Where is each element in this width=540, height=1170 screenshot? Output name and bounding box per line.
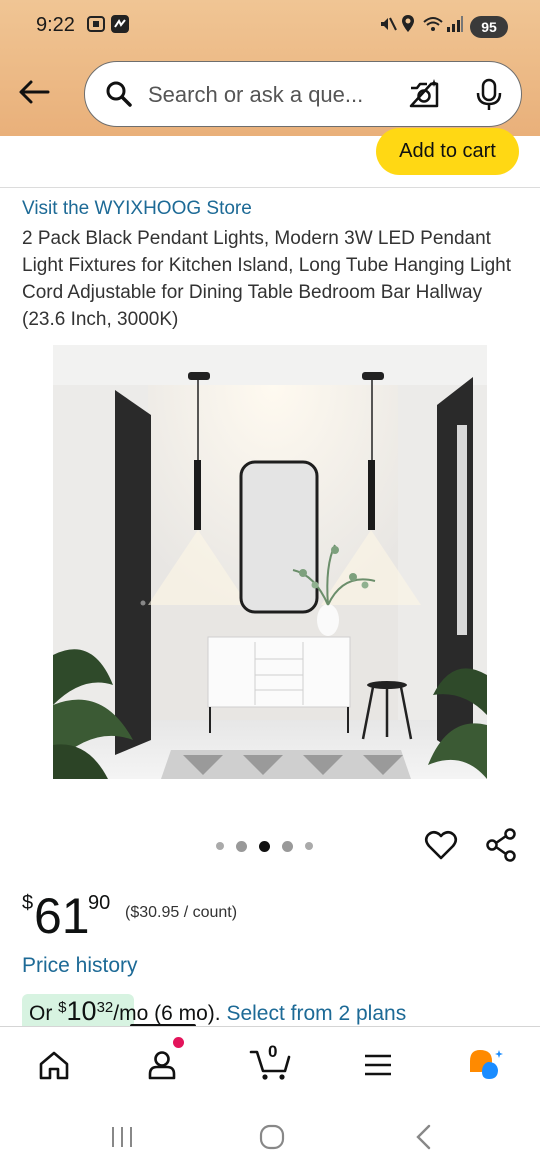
monthly-suffix: /mo (6 mo). [113, 1002, 227, 1025]
search-icon [106, 81, 132, 107]
carousel-dot[interactable] [305, 842, 313, 850]
system-nav [0, 1102, 540, 1170]
carousel-dot[interactable] [282, 840, 293, 852]
camera-search-icon[interactable] [407, 78, 441, 112]
monthly-symbol: $ [58, 999, 67, 1016]
price-fraction: 90 [88, 892, 111, 914]
product-title: 2 Pack Black Pendant Lights, Modern 3W L… [22, 228, 512, 330]
rufus-icon [470, 1050, 503, 1079]
cart-count: 0 [268, 1042, 278, 1061]
share-icon[interactable] [484, 828, 518, 862]
menu-icon [365, 1054, 391, 1076]
signal-icon [446, 14, 464, 36]
status-time: 9:22 [36, 14, 75, 36]
price-whole: 61 [34, 888, 90, 944]
bottom-nav [0, 1026, 540, 1102]
screen: 9:22 95 Search or ask a que... Add to ca… [0, 0, 540, 1170]
carousel-dot[interactable] [216, 842, 224, 850]
product-photo [53, 345, 487, 779]
account-icon [148, 1051, 176, 1080]
add-to-cart-button[interactable]: Add to cart [376, 128, 519, 175]
back-arrow-icon [19, 80, 50, 104]
home-circle-icon [259, 1124, 285, 1150]
recent-apps-icon [112, 1127, 132, 1147]
unit-price: ($30.95 / count) [125, 904, 238, 921]
nav-home[interactable] [30, 1041, 78, 1089]
monthly-payment: Or $1032/mo (6 mo). Select from 2 plans [22, 994, 522, 1028]
product-image[interactable] [53, 345, 487, 779]
notification-badge [173, 1037, 184, 1048]
image-carousel-dots[interactable] [216, 840, 313, 852]
microphone-icon[interactable] [475, 78, 503, 112]
mute-icon [378, 14, 398, 36]
recent-apps-button[interactable] [102, 1120, 142, 1154]
battery-level: 95 [470, 16, 508, 38]
app-header: 9:22 95 Search or ask a que... [0, 0, 540, 136]
home-icon [39, 1051, 69, 1080]
location-icon [400, 14, 416, 36]
carousel-dot[interactable] [236, 840, 247, 852]
search-bar[interactable]: Search or ask a que... [84, 61, 522, 127]
nav-rufus[interactable] [462, 1041, 510, 1089]
carousel-dot-active[interactable] [259, 840, 270, 852]
monthly-whole: 10 [66, 996, 97, 1026]
nav-account[interactable] [138, 1041, 186, 1089]
search-input[interactable]: Search or ask a que... [148, 82, 363, 108]
app-notification-icon [110, 14, 130, 36]
monthly-payment-text: Or $1032/mo (6 mo). Select from 2 plans [29, 996, 406, 1027]
store-link[interactable]: Visit the WYIXHOOG Store [22, 198, 252, 220]
price-symbol: $ [22, 892, 34, 914]
status-bar: 9:22 95 [0, 0, 540, 56]
back-button[interactable] [14, 72, 54, 112]
price-history-link[interactable]: Price history [22, 954, 138, 978]
monthly-fraction: 32 [96, 999, 114, 1016]
chevron-left-icon [416, 1124, 431, 1150]
select-plans-link[interactable]: Select from 2 plans [226, 1002, 406, 1025]
system-back-button[interactable] [404, 1120, 444, 1154]
home-system-button[interactable] [252, 1120, 292, 1154]
screenshot-icon [86, 14, 106, 36]
monthly-prefix: Or [29, 1002, 59, 1025]
wifi-icon [422, 14, 444, 36]
nav-menu[interactable] [354, 1041, 402, 1089]
wishlist-heart-icon[interactable] [424, 828, 458, 862]
